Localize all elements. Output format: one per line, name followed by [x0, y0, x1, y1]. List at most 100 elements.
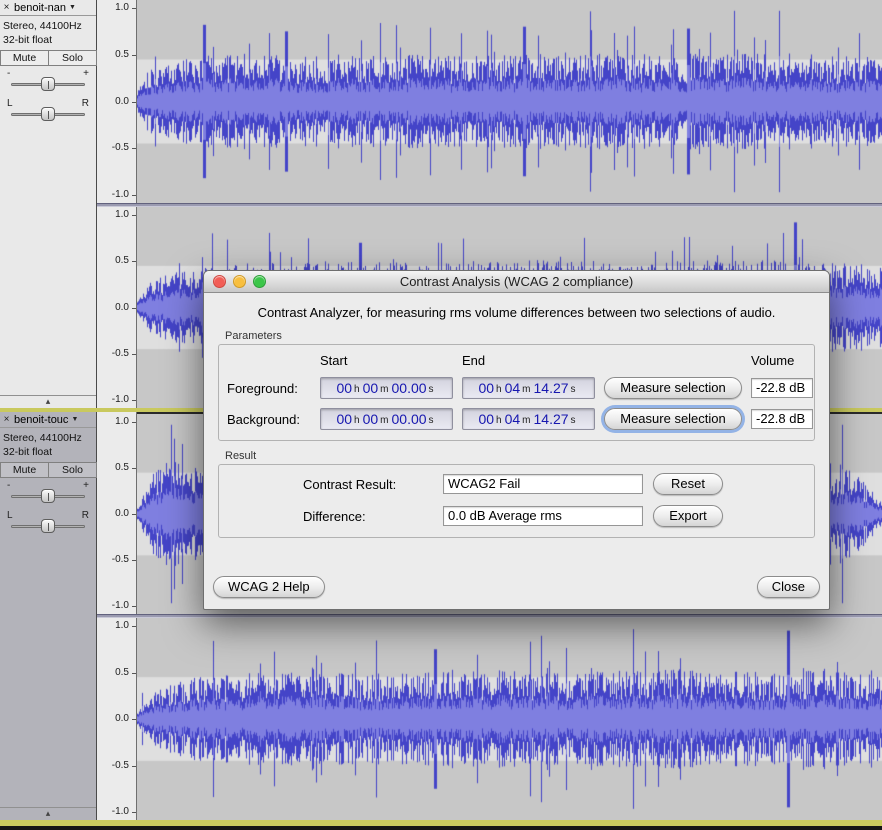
ruler-label: 0.5 [115, 462, 129, 473]
track2-right-channel-waveform[interactable] [137, 618, 882, 820]
track1-format-label: Stereo, 44100Hz [3, 20, 82, 32]
track2-name-menu[interactable]: benoit-touc [14, 414, 68, 426]
track1-pan-slider[interactable]: L R [2, 98, 94, 124]
ruler-tick [132, 626, 136, 627]
close-button[interactable]: Close [756, 576, 820, 598]
track2-collapse-button[interactable]: ▴ [0, 807, 96, 820]
track1-menu-caret-icon[interactable]: ▼ [69, 4, 76, 11]
track1-channel-divider [97, 203, 882, 207]
ruler-tick [132, 54, 136, 56]
track1-name-menu[interactable]: benoit-nan [14, 2, 66, 14]
gain-minus-label: - [7, 68, 11, 79]
ruler-label: -0.5 [111, 142, 129, 154]
ruler-label: -1.0 [111, 189, 129, 200]
background-label: Background: [227, 411, 300, 427]
pan-left-label: L [7, 98, 13, 109]
background-volume-field[interactable]: -22.8 dB [751, 409, 813, 429]
track2-menu-caret-icon[interactable]: ▼ [71, 416, 78, 423]
ruler-label: -0.5 [111, 347, 129, 359]
window-minimize-button[interactable] [233, 275, 246, 288]
ruler-label: 0.0 [115, 713, 129, 724]
gain-slider-thumb[interactable] [41, 77, 55, 91]
ruler-label: -1.0 [111, 806, 129, 817]
track1-solo-button[interactable]: Solo [48, 50, 97, 66]
parameters-group: Start End Volume Foreground: 00 h 00 m 00.00… [218, 344, 815, 441]
track2-mute-button[interactable]: Mute [0, 462, 49, 478]
end-column-header: End [462, 353, 486, 368]
ruler-tick [132, 148, 136, 150]
track2-gain-slider[interactable]: - + [2, 480, 94, 506]
track2-format-label: Stereo, 44100Hz [3, 432, 82, 444]
parameters-group-label: Parameters [225, 330, 282, 342]
ruler-tick [132, 514, 136, 515]
foreground-end-time-control[interactable]: 00 h 04 m 14.27 s [462, 377, 595, 399]
reset-button[interactable]: Reset [653, 473, 723, 495]
result-group: Contrast Result: WCAG2 Fail Reset Differ… [218, 464, 815, 538]
track2-channel-divider [97, 614, 882, 618]
ruler-label: 1.0 [115, 620, 129, 631]
export-button[interactable]: Export [653, 505, 723, 527]
track2-bitdepth-label: 32-bit float [3, 446, 53, 458]
gain-plus-label: + [83, 480, 89, 491]
ruler-tick [132, 422, 136, 423]
track2-pan-slider[interactable]: L R [2, 510, 94, 536]
background-measure-selection-button[interactable]: Measure selection [604, 408, 742, 430]
contrast-result-field[interactable]: WCAG2 Fail [443, 474, 643, 494]
foreground-label: Foreground: [227, 380, 298, 396]
ruler-tick [132, 307, 136, 309]
track1-close-icon[interactable]: × [0, 2, 13, 13]
ruler-label: 0.0 [115, 508, 129, 519]
contrast-analysis-dialog: Contrast Analysis (WCAG 2 compliance) Co… [203, 270, 830, 610]
ruler-label: 0.0 [115, 95, 129, 107]
window-zoom-button[interactable] [253, 275, 266, 288]
wcag2-help-button[interactable]: WCAG 2 Help [213, 576, 325, 598]
ruler-tick [132, 560, 136, 561]
ruler-label: -1.0 [111, 600, 129, 611]
difference-field[interactable]: 0.0 dB Average rms [443, 506, 643, 526]
ruler-tick [132, 765, 136, 767]
ruler-label: -0.5 [111, 554, 129, 565]
ruler-tick [132, 468, 136, 469]
pan-slider-thumb[interactable] [41, 107, 55, 121]
pan-slider-thumb[interactable] [41, 519, 55, 533]
ruler-label: 0.5 [115, 255, 129, 267]
track1-mute-button[interactable]: Mute [0, 50, 49, 66]
ruler-tick [132, 195, 136, 196]
ruler-label: 0.5 [115, 48, 129, 60]
volume-column-header: Volume [751, 353, 795, 368]
track1-collapse-button[interactable]: ▴ [0, 395, 96, 408]
ruler-label: 1.0 [115, 209, 129, 220]
contrast-result-label: Contrast Result: [303, 476, 397, 492]
foreground-volume-field[interactable]: -22.8 dB [751, 378, 813, 398]
window-close-button[interactable] [213, 275, 226, 288]
ruler-tick [132, 672, 136, 674]
track2-control-panel: × benoit-touc ▼ Stereo, 44100Hz 32-bit f… [0, 412, 97, 820]
ruler-tick [132, 215, 136, 216]
ruler-label: 0.0 [115, 301, 129, 313]
ruler-label: 0.5 [115, 666, 129, 678]
track2-solo-button[interactable]: Solo [48, 462, 97, 478]
track1-control-panel: × benoit-nan ▼ Stereo, 44100Hz 32-bit fl… [0, 0, 97, 408]
track1-bitdepth-label: 32-bit float [3, 34, 53, 46]
track1-title-bar[interactable]: × benoit-nan ▼ [0, 0, 96, 16]
foreground-start-time-control[interactable]: 00 h 00 m 00.00 s [320, 377, 453, 399]
track1-gain-slider[interactable]: - + [2, 68, 94, 94]
gain-slider-thumb[interactable] [41, 489, 55, 503]
ruler-label: -1.0 [111, 394, 129, 405]
track2-close-icon[interactable]: × [0, 414, 13, 425]
window-bottom-edge [0, 826, 882, 830]
foreground-measure-selection-button[interactable]: Measure selection [604, 377, 742, 399]
background-end-time-control[interactable]: 00 h 04 m 14.27 s [462, 408, 595, 430]
ruler-tick [132, 353, 136, 355]
pan-left-label: L [7, 510, 13, 521]
background-start-time-control[interactable]: 00 h 00 m 00.00 s [320, 408, 453, 430]
result-group-label: Result [225, 450, 257, 462]
ruler-tick [132, 101, 136, 103]
track2-title-bar[interactable]: × benoit-touc ▼ [0, 412, 96, 428]
difference-label: Difference: [303, 508, 366, 524]
ruler-tick [132, 400, 136, 401]
dialog-description: Contrast Analyzer, for measuring rms vol… [257, 305, 776, 320]
dialog-titlebar[interactable]: Contrast Analysis (WCAG 2 compliance) [204, 271, 829, 293]
ruler-tick [132, 261, 136, 263]
track1-left-channel-waveform[interactable] [137, 0, 882, 203]
